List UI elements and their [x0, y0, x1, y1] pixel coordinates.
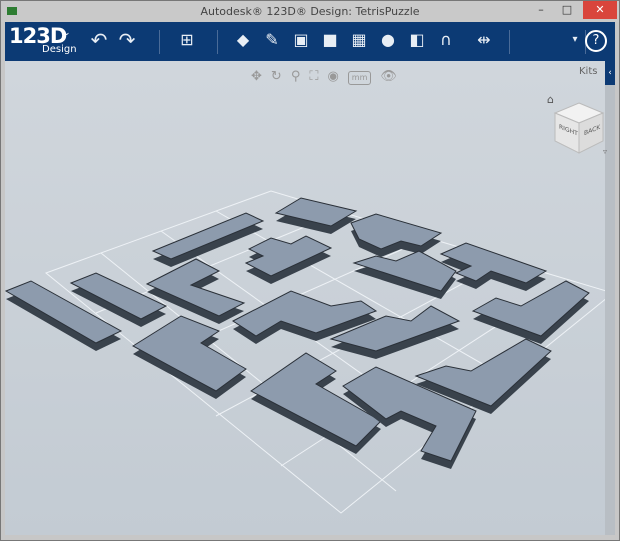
- orbit-icon[interactable]: ↻: [271, 69, 282, 87]
- separator: [509, 30, 510, 54]
- navigation-bar: ✥ ↻ ⚲ ⛶ ◉ mm 👁: [251, 69, 397, 87]
- help-button[interactable]: ?: [585, 30, 607, 52]
- tetris-piece[interactable]: [471, 280, 590, 337]
- units-button[interactable]: mm: [347, 71, 372, 85]
- transform-icon[interactable]: ⊞: [177, 30, 197, 50]
- combine-icon[interactable]: ◧: [407, 30, 427, 50]
- redo-icon[interactable]: ↷: [117, 30, 137, 50]
- snap-icon[interactable]: ∩: [436, 30, 456, 50]
- zoom-icon[interactable]: ⚲: [291, 69, 301, 87]
- pan-icon[interactable]: ✥: [251, 69, 262, 87]
- app-window: Autodesk® 123D® Design: TetrisPuzzle – □…: [0, 0, 620, 541]
- undo-icon[interactable]: ↶: [89, 30, 109, 50]
- kits-toggle-tab[interactable]: ‹: [605, 61, 615, 85]
- separator: [159, 30, 160, 54]
- view-cube[interactable]: ⌂ RIGHT BACK ▿: [547, 93, 607, 157]
- maximize-button[interactable]: □: [557, 1, 577, 19]
- 3d-viewport[interactable]: [4, 61, 615, 535]
- minimize-button[interactable]: –: [531, 1, 551, 19]
- main-toolbar: 123D Design ⌄ ↶ ↷ ⊞ ◆ ✎ ▣ ■ ▦ ● ◧ ∩ ⇹ ▾ …: [5, 22, 615, 61]
- modify-icon[interactable]: ■: [320, 30, 340, 50]
- window-title: Autodesk® 123D® Design: TetrisPuzzle: [200, 5, 420, 18]
- measure-icon[interactable]: ⇹: [467, 30, 501, 50]
- sketch-icon[interactable]: ✎: [262, 30, 282, 50]
- scene[interactable]: [4, 61, 615, 535]
- more-dropdown[interactable]: ▾: [565, 30, 585, 50]
- grouping-icon[interactable]: ●: [378, 30, 398, 50]
- right-panel-strip: [605, 61, 615, 535]
- chevron-down-icon: ⌄: [63, 28, 71, 38]
- view-cube-menu-icon[interactable]: ▿: [603, 147, 607, 156]
- fit-icon[interactable]: ⛶: [309, 69, 318, 87]
- material-icon[interactable]: ◉: [327, 69, 338, 87]
- primitives-icon[interactable]: ◆: [233, 30, 253, 50]
- title-bar: Autodesk® 123D® Design: TetrisPuzzle – □…: [1, 1, 619, 22]
- app-icon: [7, 7, 17, 15]
- separator: [217, 30, 218, 54]
- pattern-icon[interactable]: ▦: [349, 30, 369, 50]
- construct-icon[interactable]: ▣: [291, 30, 311, 50]
- eye-icon[interactable]: 👁: [380, 69, 397, 87]
- close-button[interactable]: ✕: [583, 1, 617, 19]
- tetris-pieces: [4, 197, 590, 469]
- kits-label[interactable]: Kits: [579, 66, 597, 77]
- tetris-piece[interactable]: [151, 212, 265, 260]
- logo-sub: Design: [42, 44, 77, 55]
